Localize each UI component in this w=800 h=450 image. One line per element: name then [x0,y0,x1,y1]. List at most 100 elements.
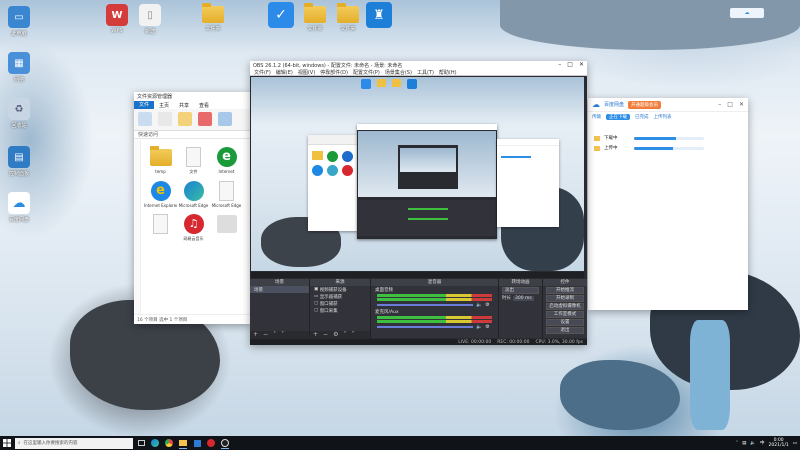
speaker-icon[interactable]: 🔈 [476,324,482,330]
speaker-icon[interactable]: 🔈 [476,302,482,308]
navigation-pane[interactable] [134,140,141,314]
taskbar-edge[interactable] [149,437,161,449]
menu-tools[interactable]: 工具(T) [417,69,434,76]
volume-icon[interactable]: 🔈 [750,441,756,446]
desktop-icon-new[interactable]: ▯ 新建 [133,4,167,35]
file-explorer-window[interactable]: 文件资源管理器 文件 主页 共享 查看 快速访问 temp 文件 e Inter… [134,92,251,324]
list-item[interactable]: 文件 [177,146,210,175]
desktop-icon-folder[interactable]: 文件夹 [196,3,230,32]
nav-done[interactable]: 已完成 [635,114,649,120]
maximize-icon[interactable]: □ [567,61,573,68]
maximize-icon[interactable]: □ [727,101,733,108]
list-item[interactable]: temp [144,145,177,175]
list-item[interactable]: Microsoft Edge [210,180,243,208]
task-view-button[interactable] [135,437,147,449]
source-item[interactable]: ▣ 视频捕获设备 [310,286,370,293]
menu-file[interactable]: 文件(F) [254,69,271,76]
settings-button[interactable]: 设置 [546,319,584,326]
gear-icon[interactable]: ⚙ [485,324,489,330]
chevron-up-icon[interactable]: ˄ [343,331,346,338]
list-item[interactable]: e Internet Explorer [144,180,177,208]
remove-icon[interactable]: − [263,331,268,338]
notification-icon[interactable]: ▭ [793,441,797,446]
desktop-icon-this-pc[interactable]: ▭ 此电脑 [2,6,36,37]
desktop-icon-recycle-bin[interactable]: ♻ 回收站 [2,98,36,129]
obs-preview-canvas[interactable] [251,77,584,271]
menu-help[interactable]: 帮助(H) [439,69,457,76]
source-item[interactable]: ▢ 窗口捕获 [310,300,370,307]
move-icon[interactable] [178,112,192,126]
copy-icon[interactable] [158,112,172,126]
floating-netdisk-widget[interactable]: ☁ [730,8,764,18]
chevron-up-icon[interactable]: ˄ [273,331,276,338]
close-icon[interactable]: ✕ [579,61,584,68]
source-item[interactable]: ▢ 窗口采集 [310,307,370,314]
virtual-camera-button[interactable]: 启动虚拟摄像机 [546,303,584,310]
chevron-up-icon[interactable]: ˄ [736,441,738,446]
system-clock[interactable]: 0:00 2021/1/1 [769,438,789,448]
duration-field[interactable]: 300 ms [513,295,534,301]
studio-mode-button[interactable]: 工作室模式 [546,311,584,318]
transition-select[interactable]: 淡出 [502,287,539,294]
taskbar-music[interactable] [205,437,217,449]
desktop-icon-wps[interactable]: W WPS [100,4,134,34]
add-icon[interactable]: + [253,331,258,338]
tab-view[interactable]: 查看 [194,102,214,109]
tab-file[interactable]: 文件 [134,101,155,109]
start-recording-button[interactable]: 开始录制 [546,295,584,302]
netdisk-window[interactable]: ☁ 百度网盘 开通超级会员 – □ ✕ 传输 正在下载 已完成 上传列表 下载中… [588,98,748,310]
taskbar-obs[interactable] [219,437,231,449]
list-item[interactable] [210,213,243,242]
menu-scene-collection[interactable]: 场景集合(S) [385,69,412,76]
desktop-icon-baidu-netdisk[interactable]: ☁ 百度网盘 [2,192,36,223]
nav-transfer[interactable]: 传输 [592,114,601,120]
chevron-down-icon[interactable]: ˅ [281,331,284,338]
taskbar-store[interactable] [191,437,203,449]
volume-slider[interactable] [377,326,473,328]
taskbar-search-box[interactable]: ⌕ 在这里输入你要搜索的内容 [15,437,133,449]
list-item[interactable]: Microsoft Edge [177,180,210,208]
menu-profile[interactable]: 配置文件(P) [353,69,380,76]
pin-icon[interactable] [138,112,152,126]
desktop-icon-folder-2[interactable]: 文件夹 [298,3,332,32]
chevron-down-icon[interactable]: ˅ [351,331,354,338]
start-streaming-button[interactable]: 开始推流 [546,287,584,294]
minimize-icon[interactable]: – [718,101,721,108]
desktop-icon-control-panel[interactable]: ▤ 控制面板 [2,146,36,177]
minimize-icon[interactable]: – [558,61,561,68]
volume-slider[interactable] [377,304,473,306]
nav-downloading[interactable]: 正在下载 [606,113,630,120]
scene-item[interactable]: 场景 [250,286,309,293]
menu-docks[interactable]: 停靠部件(D) [320,69,348,76]
list-item[interactable] [144,213,177,242]
nav-upload[interactable]: 上传列表 [654,114,672,120]
desktop-icon-network[interactable]: ▦ 网络 [2,52,36,83]
desktop-icon-folder-3[interactable]: 文件夹 [331,3,365,32]
input-language[interactable]: 中 [760,440,765,446]
network-icon[interactable]: ▤ [742,441,746,446]
desktop-icon-to-do[interactable]: ✓ [264,2,298,28]
close-icon[interactable]: ✕ [739,101,744,108]
address-bar[interactable]: 快速访问 [134,131,251,139]
tab-home[interactable]: 主页 [154,102,174,109]
menu-view[interactable]: 视图(V) [298,69,315,76]
obs-window[interactable]: OBS 26.1.2 (64-bit, windows) - 配置文件: 未命名… [250,61,587,345]
list-item[interactable]: 上传中 [594,144,742,152]
source-item[interactable]: ▭ 显示器捕获 [310,293,370,300]
desktop-icon-app[interactable]: ♜ [362,2,396,28]
exit-button[interactable]: 退出 [546,327,584,334]
vip-badge[interactable]: 开通超级会员 [628,100,662,109]
remove-icon[interactable]: − [323,331,328,338]
list-item[interactable]: ♫ 网易云音乐 [177,213,210,242]
taskbar-chrome[interactable] [163,437,175,449]
tab-share[interactable]: 共享 [174,102,194,109]
list-item[interactable]: 下载中 [594,134,742,142]
properties-icon[interactable] [218,112,232,126]
add-icon[interactable]: + [313,331,318,338]
list-item[interactable]: e Internet [210,146,243,175]
menu-edit[interactable]: 编辑(E) [276,69,293,76]
taskbar-explorer[interactable] [177,437,189,449]
delete-icon[interactable] [198,112,212,126]
start-button[interactable] [0,436,14,450]
gear-icon[interactable]: ⚙ [333,331,338,338]
